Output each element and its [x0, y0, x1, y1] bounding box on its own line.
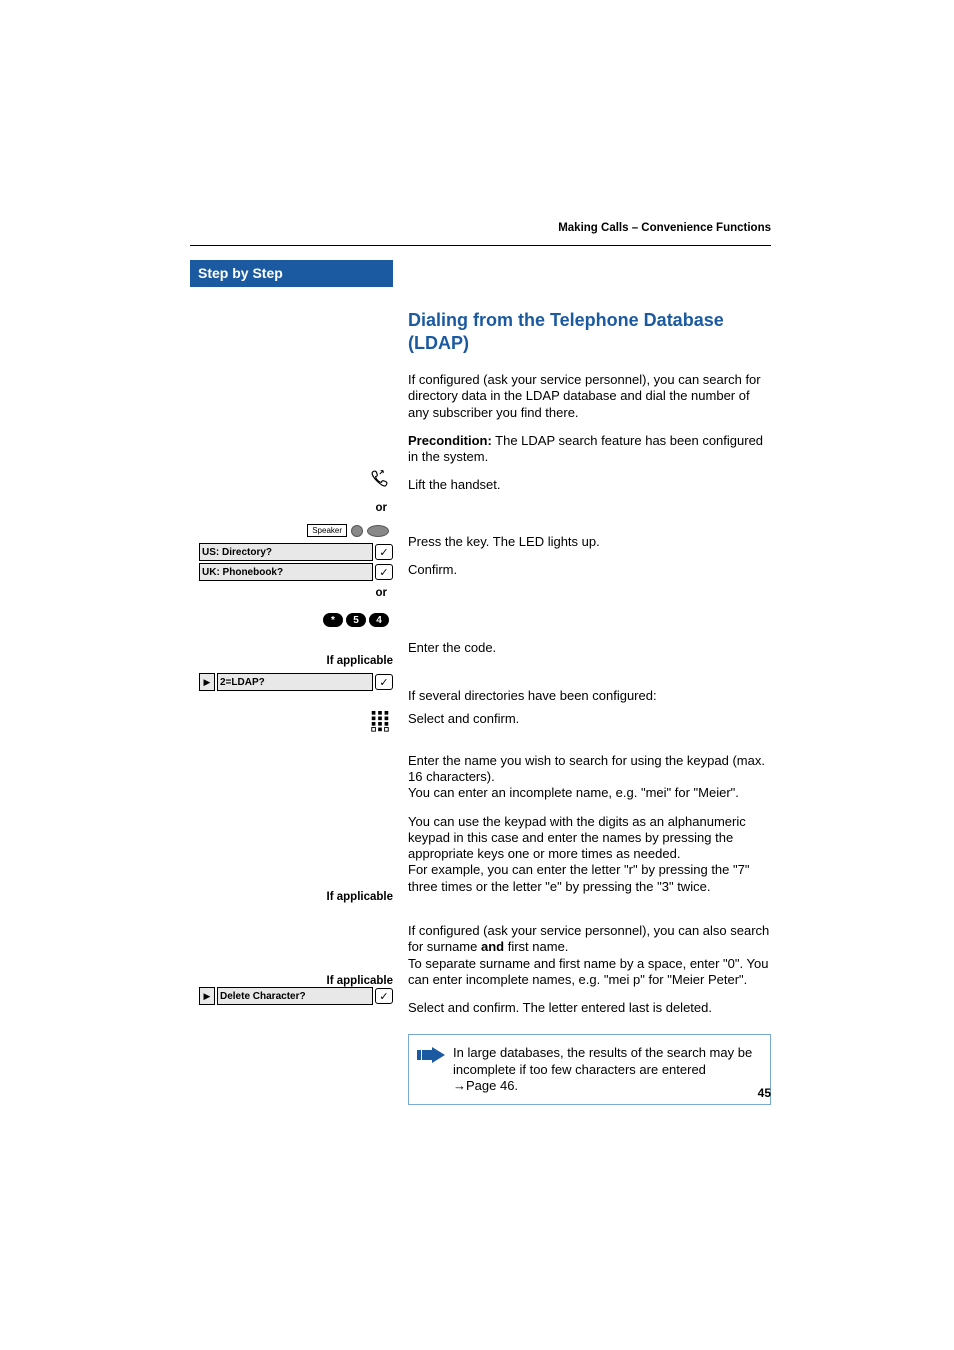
confirm-check-icon: ✓: [375, 564, 393, 580]
key-ellipse-icon: [367, 525, 389, 537]
if-dirs-text: If several directories have been configu…: [408, 688, 771, 704]
header-rule: [190, 245, 771, 246]
speaker-key-label: Speaker: [307, 524, 347, 537]
section-title: Dialing from the Telephone Database (LDA…: [408, 309, 771, 354]
note-text: In large databases, the results of the s…: [453, 1045, 752, 1076]
confirm-check-icon: ✓: [375, 674, 393, 690]
keypad-paragraph: You can use the keypad with the digits a…: [408, 814, 771, 895]
code-keys: * 5 4: [323, 613, 389, 627]
running-head: Making Calls – Convenience Functions: [558, 222, 771, 234]
scroll-chevron-icon: ▶: [199, 987, 215, 1005]
key-4-icon: 4: [369, 613, 389, 627]
confirm-check-icon: ✓: [375, 988, 393, 1004]
intro-paragraph: If configured (ask your service personne…: [408, 372, 771, 421]
enter-code-text: Enter the code.: [408, 640, 771, 656]
press-key-text: Press the key. The LED lights up.: [408, 534, 771, 550]
select-confirm-delete-text: Select and confirm. The letter entered l…: [408, 1000, 771, 1016]
or-label-1: or: [190, 502, 393, 514]
confirm-text: Confirm.: [408, 562, 771, 578]
step-by-step-bar: Step by Step: [190, 260, 393, 287]
if-applicable-label-1: If applicable: [190, 655, 393, 667]
menu-delete-character: Delete Character?: [217, 987, 373, 1005]
surname-pre: If configured (ask your service personne…: [408, 923, 769, 954]
note-arrow-icon: [417, 1045, 445, 1069]
lift-handset-text: Lift the handset.: [408, 477, 771, 493]
select-confirm-text: Select and confirm.: [408, 711, 771, 727]
surname-and: and: [481, 939, 504, 954]
key-star-icon: *: [323, 613, 343, 627]
page-number: 45: [758, 1086, 771, 1100]
key-5-icon: 5: [346, 613, 366, 627]
surname-paragraph: If configured (ask your service personne…: [408, 907, 771, 988]
precondition-label: Precondition:: [408, 433, 492, 448]
scroll-chevron-icon: ▶: [199, 673, 215, 691]
if-applicable-label-2: If applicable: [190, 891, 393, 903]
or-label-2: or: [190, 587, 393, 599]
led-icon: [351, 525, 363, 537]
speaker-key: Speaker: [307, 524, 389, 537]
menu-uk-phonebook: UK: Phonebook?: [199, 563, 373, 581]
confirm-check-icon: ✓: [375, 544, 393, 560]
precondition-paragraph: Precondition: The LDAP search feature ha…: [408, 433, 771, 466]
enter-name-text: Enter the name you wish to search for us…: [408, 753, 771, 802]
menu-ldap: 2=LDAP?: [217, 673, 373, 691]
note-box: In large databases, the results of the s…: [408, 1034, 771, 1105]
handset-icon: [190, 469, 393, 492]
keypad-icon: [190, 711, 393, 736]
menu-us-directory: US: Directory?: [199, 543, 373, 561]
note-page-ref[interactable]: Page 46.: [453, 1078, 518, 1093]
if-applicable-label-3: If applicable: [190, 975, 393, 987]
